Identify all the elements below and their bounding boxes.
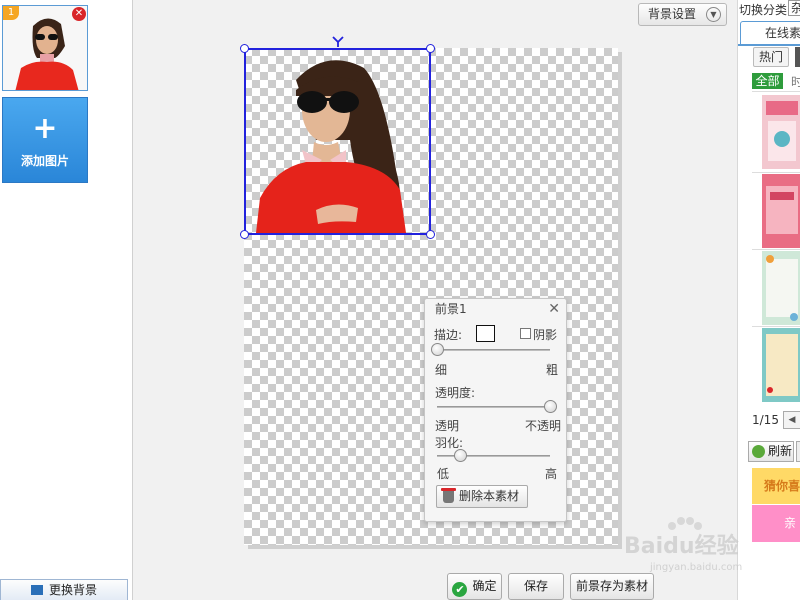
rotate-handle-icon[interactable] [332,35,344,47]
checkmark-icon: ✔ [452,582,468,597]
list-divider [752,326,800,327]
opacity-label: 透明度: [435,386,476,400]
picture-icon [30,585,43,595]
material-thumbnail[interactable] [762,328,800,402]
plus-icon: + [32,111,58,146]
list-divider [752,249,800,250]
confirm-button[interactable]: ✔ 确定 [447,573,502,600]
selected-foreground-image[interactable] [244,48,431,235]
material-thumbnail[interactable] [762,174,800,248]
recommend-banner[interactable]: 猜你喜 [752,468,800,504]
next-chip[interactable] [795,47,800,67]
add-image-label: 添加图片 [20,154,69,168]
change-background-button[interactable]: 更换背景 [0,579,128,600]
thumbnail-index-badge: 1 [3,6,19,20]
foreground-properties-dialog: 前景1 ✕ 描边: 阴影 细 粗 透明度: 透明 不透明 羽化: 低 高 删除本… [424,298,567,522]
stroke-slider-track[interactable] [437,349,550,351]
resize-handle-bottom-right[interactable] [426,230,435,239]
watermark-brand: Baidu经验 [624,534,739,559]
refresh-label: 刷新 [768,444,793,458]
dialog-title: 前景1 [435,302,467,316]
feather-slider-knob[interactable] [453,449,467,462]
refresh-icon [752,445,765,458]
stroke-slider-knob[interactable] [431,343,444,356]
opacity-min-label: 透明 [435,419,460,433]
promo-banner[interactable]: 亲 [752,505,800,542]
chevron-down-icon: ▼ [706,7,721,22]
tab-online-materials[interactable]: 在线素材 [740,21,800,45]
confirm-label: 确定 [472,579,497,593]
material-panel: 切换分类 杂 在线素材 热门 全部 时 1 [737,0,800,600]
refresh-button[interactable]: 刷新 [748,441,794,462]
save-label: 保存 [523,579,548,593]
save-button[interactable]: 保存 [508,573,564,600]
trash-icon [441,488,456,503]
save-foreground-as-material-button[interactable]: 前景存为素材 [570,573,654,600]
watermark-url: jingyan.baidu.com [650,562,743,573]
next-page-button[interactable] [796,441,800,462]
resize-handle-top-left[interactable] [240,44,249,53]
pagination-text: 1/15 [752,413,779,427]
stroke-color-swatch[interactable] [476,325,495,342]
tab-underline [738,44,800,46]
shadow-checkbox[interactable] [520,328,531,339]
feather-max-label: 高 [545,467,558,481]
image-thumbnail[interactable]: 1 ✕ [2,5,88,91]
opacity-slider-knob[interactable] [544,400,557,413]
remove-image-icon[interactable]: ✕ [72,7,86,21]
resize-handle-top-right[interactable] [426,44,435,53]
save-foreground-label: 前景存为素材 [575,579,648,593]
previous-page-icon[interactable]: ◀ [783,411,800,429]
stroke-min-label: 细 [435,363,448,377]
material-list [752,91,800,404]
list-divider [752,172,800,173]
close-icon[interactable]: ✕ [548,300,560,318]
woman-cutout-image [256,60,406,233]
stroke-max-label: 粗 [546,363,559,377]
stroke-label: 描边: [434,328,463,342]
hot-filter-chip[interactable]: 热门 [753,47,789,67]
add-image-button[interactable]: + 添加图片 [2,97,88,183]
feather-min-label: 低 [437,467,450,481]
background-settings-label: 背景设置 [648,7,697,21]
shadow-label: 阴影 [533,328,558,342]
image-list-panel: 1 ✕ + 添加图片 更换背景 [0,0,133,600]
category-switch-label: 切换分类 [739,3,788,17]
resize-handle-bottom-left[interactable] [240,230,249,239]
delete-material-label: 删除本素材 [459,489,520,503]
material-thumbnail[interactable] [762,95,800,169]
background-settings-button[interactable]: 背景设置 ▼ [638,3,727,26]
change-background-label: 更换背景 [48,583,97,597]
filter-all[interactable]: 全部 [752,73,783,89]
category-select[interactable]: 杂 [788,0,800,16]
delete-material-button[interactable]: 删除本素材 [436,485,528,508]
opacity-max-label: 不透明 [525,419,562,433]
paw-logo-icon [668,517,702,530]
opacity-slider-track[interactable] [437,406,550,408]
material-thumbnail[interactable] [762,251,800,325]
filter-time[interactable]: 时 [791,73,800,90]
